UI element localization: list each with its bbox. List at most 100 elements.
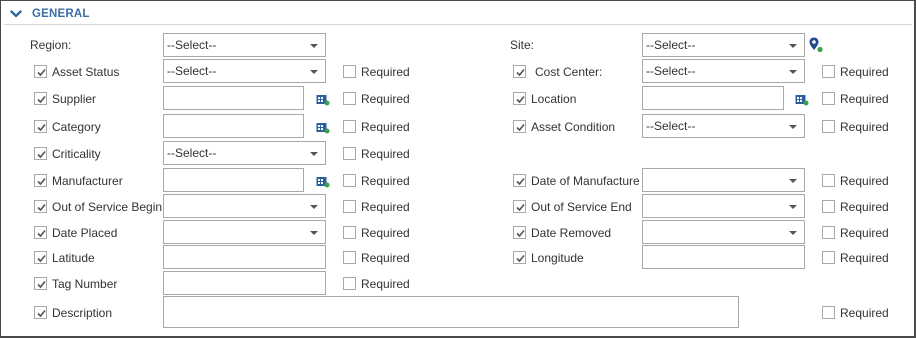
date-placed-required-checkbox[interactable] [343,226,356,239]
asset-status-label: Asset Status [52,65,120,79]
section-title: GENERAL [32,8,90,20]
longitude-checkbox[interactable] [513,251,526,264]
tag-number-required-checkbox[interactable] [343,277,356,290]
out-of-service-begin-required-checkbox[interactable] [343,200,356,213]
category-input[interactable] [163,114,304,138]
asset-status-required-checkbox[interactable] [343,65,356,78]
out-of-service-end-select[interactable] [642,194,805,218]
out-of-service-begin-select[interactable] [163,194,326,218]
dropdown-arrow-icon [789,44,797,48]
latitude-checkbox[interactable] [34,251,47,264]
dropdown-arrow-icon [789,205,797,209]
latitude-input[interactable] [163,245,326,269]
chevron-down-icon[interactable] [10,9,22,19]
out-of-service-end-checkbox[interactable] [513,200,526,213]
lookup-list-icon[interactable] [316,122,330,134]
asset-status-checkbox[interactable] [34,65,47,78]
manufacturer-input[interactable] [163,168,304,192]
required-label: Required [840,251,889,265]
asset-condition-required-checkbox[interactable] [822,120,835,133]
required-label: Required [840,200,889,214]
criticality-select[interactable]: --Select-- [163,141,326,165]
lookup-list-icon[interactable] [316,94,330,106]
description-required-checkbox[interactable] [822,306,835,319]
date-placed-checkbox[interactable] [34,226,47,239]
region-label: Region: [30,38,72,52]
required-label: Required [361,120,410,134]
supplier-required-checkbox[interactable] [343,92,356,105]
lookup-list-icon[interactable] [795,94,809,106]
date-placed-label: Date Placed [52,226,118,240]
date-removed-select[interactable] [642,220,805,244]
dropdown-arrow-icon [310,205,318,209]
supplier-input[interactable] [163,86,304,110]
out-of-service-begin-checkbox[interactable] [34,200,47,213]
latitude-required-checkbox[interactable] [343,251,356,264]
date-of-manufacture-required-checkbox[interactable] [822,174,835,187]
section-header[interactable]: GENERAL [10,6,90,22]
tag-number-checkbox[interactable] [34,277,47,290]
dropdown-arrow-icon [310,44,318,48]
required-label: Required [361,200,410,214]
map-pin-icon[interactable] [809,37,823,53]
asset-status-select[interactable]: --Select-- [163,59,326,83]
required-label: Required [361,251,410,265]
criticality-checkbox[interactable] [34,147,47,160]
manufacturer-required-checkbox[interactable] [343,174,356,187]
manufacturer-checkbox[interactable] [34,174,47,187]
location-checkbox[interactable] [513,92,526,105]
latitude-label: Latitude [52,251,95,265]
required-label: Required [840,92,889,106]
required-label: Required [840,174,889,188]
dropdown-arrow-icon [310,70,318,74]
location-required-checkbox[interactable] [822,92,835,105]
asset-condition-checkbox[interactable] [513,120,526,133]
section-divider [4,24,912,25]
date-of-manufacture-select[interactable] [642,168,805,192]
location-label: Location [531,92,577,106]
date-of-manufacture-label: Date of Manufacture [531,174,640,188]
required-label: Required [840,306,889,320]
required-label: Required [361,226,410,240]
supplier-checkbox[interactable] [34,92,47,105]
out-of-service-begin-label: Out of Service Begin [52,200,163,214]
date-placed-select[interactable] [163,220,326,244]
longitude-input[interactable] [642,245,805,269]
dropdown-arrow-icon [789,179,797,183]
site-select[interactable]: --Select-- [642,33,805,57]
cost-center-checkbox[interactable] [513,65,526,78]
required-label: Required [361,92,410,106]
date-removed-checkbox[interactable] [513,226,526,239]
out-of-service-end-label: Out of Service End [531,200,632,214]
category-checkbox[interactable] [34,120,47,133]
location-input[interactable] [642,86,784,110]
required-label: Required [840,120,889,134]
date-removed-required-checkbox[interactable] [822,226,835,239]
asset-condition-select[interactable]: --Select-- [642,114,805,138]
region-select[interactable]: --Select-- [163,33,326,57]
description-checkbox[interactable] [34,306,47,319]
required-label: Required [840,226,889,240]
longitude-required-checkbox[interactable] [822,251,835,264]
cost-center-label: Cost Center: [535,65,603,79]
supplier-label: Supplier [52,92,97,106]
tag-number-label: Tag Number [52,277,118,291]
date-of-manufacture-checkbox[interactable] [513,174,526,187]
criticality-required-checkbox[interactable] [343,147,356,160]
longitude-label: Longitude [531,251,584,265]
tag-number-input[interactable] [163,271,326,295]
category-required-checkbox[interactable] [343,120,356,133]
dropdown-arrow-icon [310,152,318,156]
cost-center-required-checkbox[interactable] [822,65,835,78]
asset-condition-label: Asset Condition [531,120,616,134]
dropdown-arrow-icon [789,125,797,129]
dropdown-arrow-icon [310,231,318,235]
description-textarea[interactable] [163,296,739,328]
lookup-list-icon[interactable] [316,176,330,188]
required-label: Required [361,277,410,291]
cost-center-select[interactable]: --Select-- [642,59,805,83]
criticality-label: Criticality [52,147,101,161]
out-of-service-end-required-checkbox[interactable] [822,200,835,213]
description-label: Description [52,306,113,320]
manufacturer-label: Manufacturer [52,174,123,188]
